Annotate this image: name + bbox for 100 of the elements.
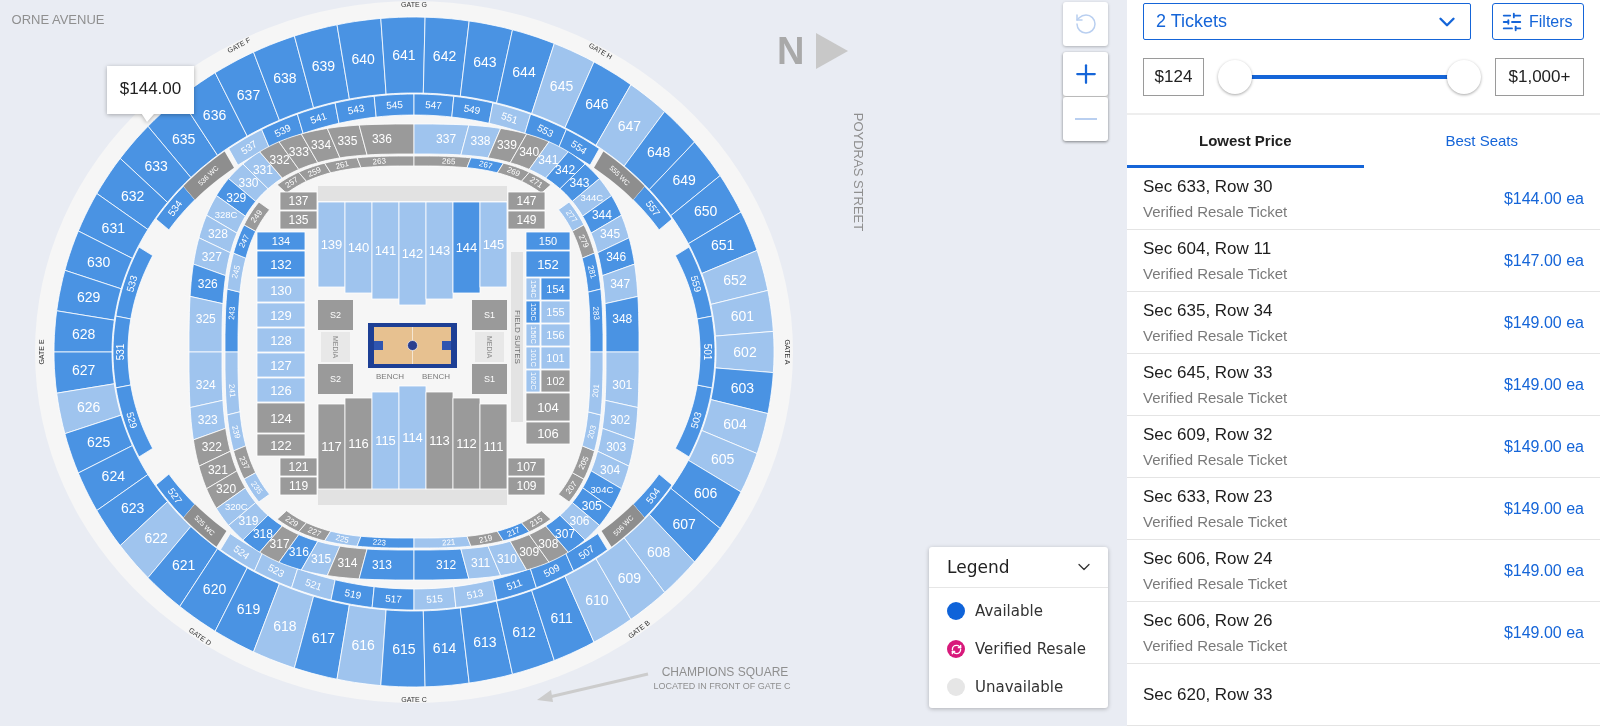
seat-section[interactable]: 249	[243, 201, 270, 232]
seat-section[interactable]: 156	[540, 323, 571, 347]
seat-section[interactable]: 128	[256, 327, 306, 353]
seat-section[interactable]: 281	[581, 252, 602, 293]
ticket-listing[interactable]: Sec 606, Row 24 Verified Resale Ticket $149.00 ea	[1127, 540, 1600, 602]
seat-section[interactable]: 642	[422, 16, 470, 97]
seat-section[interactable]: 203	[581, 411, 602, 452]
seat-section[interactable]: 603	[710, 367, 774, 414]
max-price-field[interactable]: $1,000+	[1495, 58, 1584, 96]
seat-section[interactable]: 150	[525, 231, 571, 251]
seat-section[interactable]: 114	[398, 385, 427, 490]
seat-section[interactable]: 104	[525, 392, 571, 422]
seat-section[interactable]: 152	[525, 250, 571, 278]
seat-section[interactable]: 503	[674, 384, 713, 458]
seat-section[interactable]: 627	[53, 351, 115, 394]
seat-section[interactable]: 121	[279, 457, 318, 477]
seat-section[interactable]: 126	[256, 377, 306, 403]
seat-section[interactable]: 513	[453, 579, 498, 608]
seat-section[interactable]: 559	[674, 246, 713, 320]
seat-section[interactable]: 616	[336, 604, 387, 686]
seat-section[interactable]: 135	[279, 210, 318, 230]
seat-section[interactable]: 337	[413, 123, 470, 156]
seat-section[interactable]: 640	[336, 18, 387, 100]
seat-section[interactable]: 141	[371, 201, 400, 300]
seat-section[interactable]: 245	[226, 252, 247, 293]
seat-section[interactable]: 134	[256, 231, 306, 251]
seat-section[interactable]: 117	[317, 403, 346, 490]
seat-section[interactable]: 629	[56, 269, 122, 321]
seat-section[interactable]: 119	[279, 476, 318, 496]
seat-section[interactable]: 130	[256, 277, 306, 303]
seat-section[interactable]: 265	[413, 155, 472, 169]
filters-button[interactable]: Filters	[1492, 3, 1584, 40]
seat-section[interactable]: 534	[155, 185, 196, 231]
ticket-listing[interactable]: Sec 645, Row 33 Verified Resale Ticket $149.00 ea	[1127, 354, 1600, 416]
seat-section[interactable]: 215	[521, 510, 552, 533]
seat-section[interactable]: 543	[334, 95, 377, 124]
seat-section[interactable]: 261	[324, 157, 362, 174]
seat-section[interactable]: 154	[540, 277, 571, 301]
seat-section[interactable]: 652	[701, 250, 769, 305]
seat-section[interactable]: 628	[53, 310, 115, 353]
seat-section[interactable]: 109	[507, 476, 546, 496]
seat-section[interactable]: 312	[413, 548, 470, 581]
seat-section[interactable]: 147	[507, 191, 546, 211]
seat-section[interactable]: 301	[604, 351, 640, 408]
seat-section[interactable]: 115	[371, 391, 400, 490]
ticket-listing[interactable]: Sec 635, Row 34 Verified Resale Ticket $149.00 ea	[1127, 292, 1600, 354]
seat-section[interactable]: 149	[507, 210, 546, 230]
seat-section[interactable]: 107	[507, 457, 546, 477]
seat-section[interactable]: 122	[256, 433, 306, 457]
slider-handle[interactable]	[1218, 60, 1252, 94]
seat-section[interactable]: 557	[632, 185, 673, 231]
seat-section[interactable]: 614	[422, 607, 470, 688]
seat-section[interactable]: 519	[330, 579, 375, 608]
seat-section[interactable]: 124	[256, 402, 306, 434]
seat-section[interactable]: 113	[425, 391, 454, 490]
seat-section[interactable]: 223	[356, 535, 415, 549]
seat-section[interactable]: 140	[344, 201, 373, 294]
seat-section[interactable]: 325	[188, 296, 224, 353]
seat-section[interactable]: 604	[701, 399, 769, 454]
ticket-listing[interactable]: Sec 633, Row 23 Verified Resale Ticket $149.00 ea	[1127, 478, 1600, 540]
seat-section[interactable]: 127	[256, 352, 306, 378]
seat-section[interactable]: 155	[540, 300, 571, 324]
seat-section[interactable]: 102	[540, 369, 571, 393]
seat-section[interactable]: 112	[452, 397, 481, 490]
seat-section[interactable]: 145	[479, 201, 508, 288]
seat-section[interactable]: 101	[540, 346, 571, 370]
ticket-listing[interactable]: Sec 609, Row 32 Verified Resale Ticket $149.00 ea	[1127, 416, 1600, 478]
ticket-listing[interactable]: Sec 620, Row 33	[1127, 664, 1600, 726]
ticket-listing[interactable]: Sec 633, Row 30 Verified Resale Ticket $144.00 ea	[1127, 168, 1600, 230]
seat-section[interactable]: 626	[56, 383, 122, 435]
min-price-field[interactable]: $124	[1143, 58, 1204, 96]
seat-section[interactable]: 504	[632, 473, 673, 519]
seat-section[interactable]: 132	[256, 250, 306, 278]
seat-section[interactable]: 348	[604, 296, 640, 353]
slider-handle[interactable]	[1447, 60, 1481, 94]
seat-section[interactable]: 529	[115, 384, 154, 458]
seat-section[interactable]: 139	[317, 201, 346, 288]
seat-section[interactable]: 143	[425, 201, 454, 300]
ticket-quantity-select[interactable]: 2 Tickets	[1143, 3, 1471, 40]
seat-section[interactable]: 533	[115, 246, 154, 320]
seat-section[interactable]: 643	[459, 20, 513, 104]
seat-section[interactable]: 324	[188, 351, 224, 408]
seat-section[interactable]: 116	[344, 397, 373, 490]
seat-section[interactable]: 129	[256, 302, 306, 328]
seat-section[interactable]: 527	[155, 473, 196, 519]
seat-section[interactable]: 142	[398, 201, 427, 306]
seat-section[interactable]: 235	[243, 472, 270, 503]
seat-section[interactable]: 106	[525, 421, 571, 445]
seat-section[interactable]: 137	[279, 191, 318, 211]
seat-section[interactable]: 239	[226, 411, 247, 452]
seat-section[interactable]: 601	[710, 290, 774, 337]
ticket-listing[interactable]: Sec 606, Row 26 Verified Resale Ticket $149.00 ea	[1127, 602, 1600, 664]
ticket-listing[interactable]: Sec 604, Row 11 Verified Resale Ticket $147.00 ea	[1127, 230, 1600, 292]
seat-section[interactable]: 263	[356, 155, 415, 169]
seat-section[interactable]: 613	[459, 600, 513, 684]
seat-section[interactable]: 144	[452, 201, 481, 294]
zoom-in-button[interactable]	[1063, 52, 1108, 96]
seat-section[interactable]: 501	[696, 315, 716, 389]
seat-section[interactable]: 111	[479, 403, 508, 490]
seat-section[interactable]: 225	[324, 530, 362, 547]
